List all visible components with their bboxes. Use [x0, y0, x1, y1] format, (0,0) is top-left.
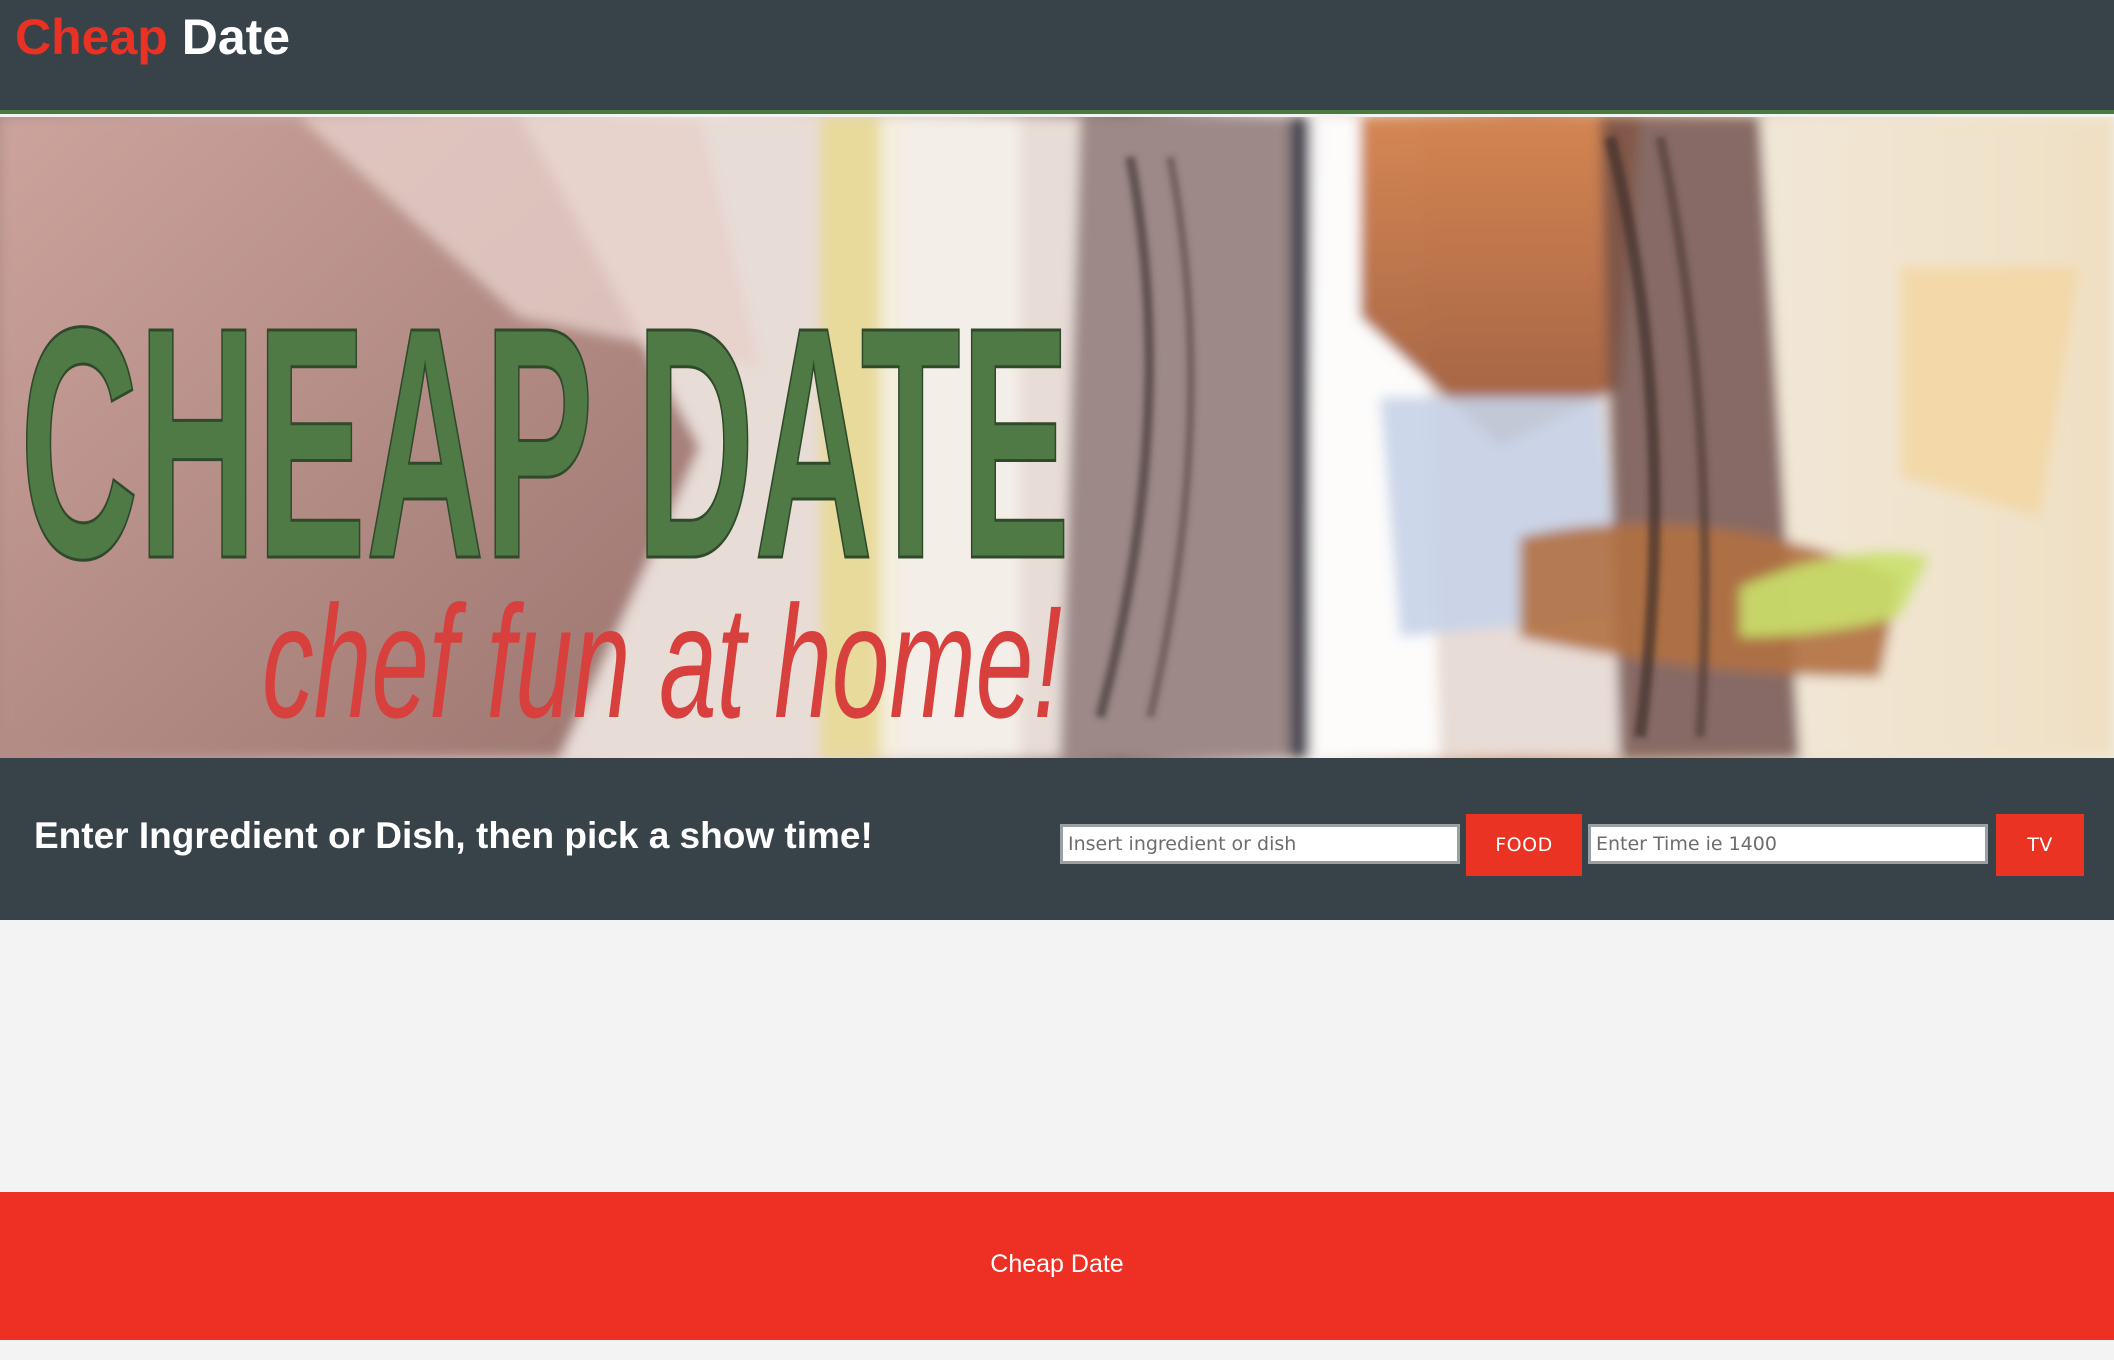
- hero-tagline-text: chef fun at home!: [262, 572, 1062, 751]
- hero-banner-graphic: CHEAP DATE chef fun at home!: [0, 117, 2114, 758]
- brand-logo[interactable]: Cheap Date: [15, 6, 290, 68]
- hero-banner-image: CHEAP DATE chef fun at home!: [0, 117, 2114, 758]
- footer-text: Cheap Date: [990, 1250, 1124, 1278]
- search-prompt-heading: Enter Ingredient or Dish, then pick a sh…: [34, 815, 873, 856]
- ingredient-search-input[interactable]: [1060, 824, 1460, 864]
- food-search-button[interactable]: FOOD: [1466, 814, 1582, 876]
- show-time-input[interactable]: [1588, 824, 1988, 864]
- page-footer: Cheap Date: [0, 1192, 2114, 1340]
- top-navbar: Cheap Date: [0, 0, 2114, 114]
- brand-word-cheap: Cheap: [15, 9, 168, 65]
- brand-word-date: Date: [181, 9, 291, 65]
- results-area: [0, 920, 2114, 1192]
- tv-search-button[interactable]: TV: [1996, 814, 2084, 876]
- search-band: Enter Ingredient or Dish, then pick a sh…: [0, 758, 2114, 920]
